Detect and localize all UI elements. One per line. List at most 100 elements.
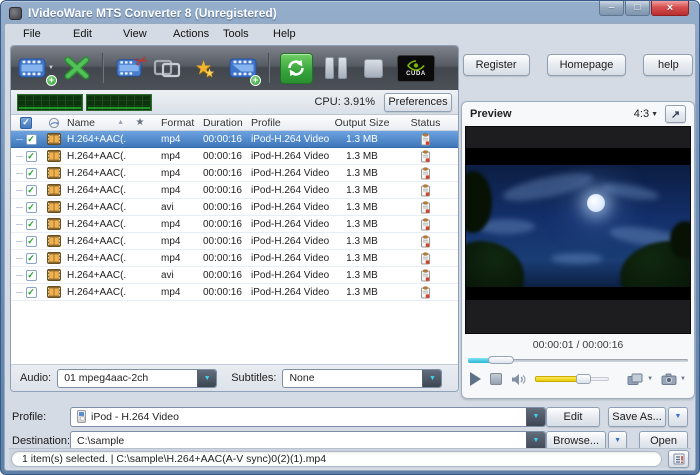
row-checkbox[interactable]: ✓ [26,168,37,179]
menu-item-help[interactable]: Help [273,28,323,40]
seek-thumb[interactable] [488,356,514,364]
play-button[interactable] [470,372,481,386]
row-profile: iPod-H.264 Video [251,151,331,162]
menu-item-tools[interactable]: Tools [223,28,273,40]
name-column-label: Name [67,117,95,129]
row-output-size: 1.3 MB [331,134,393,145]
add-file-button[interactable]: + ▼ [18,50,54,86]
save-as-button[interactable]: Save As... [608,407,666,427]
table-row[interactable]: ✓H.264+AAC(...mp400:00:16iPod-H.264 Vide… [11,250,458,267]
stop-button[interactable] [359,50,389,86]
chevron-down-icon[interactable]: ▼ [526,432,545,450]
column-header-duration[interactable]: Duration [201,117,251,129]
speaker-icon[interactable] [511,373,526,386]
column-header-status[interactable]: Status [393,117,458,129]
table-row[interactable]: ✓H.264+AAC(...avi00:00:16iPod-H.264 Vide… [11,267,458,284]
chevron-down-icon: ▼ [651,111,658,118]
table-row[interactable]: ✓H.264+AAC(...avi00:00:16iPod-H.264 Vide… [11,199,458,216]
profile-value-cell: iPod - H.264 Video [71,410,526,423]
preview-tools: ▼ ▼ [627,373,686,386]
row-checkbox[interactable]: ✓ [26,151,37,162]
toolbar-separator [268,53,270,83]
row-name: H.264+AAC(... [67,134,127,145]
volume-slider[interactable] [535,374,609,384]
profile-dropdown[interactable]: iPod - H.264 Video ▼ [70,407,546,427]
row-status-cell [393,252,458,265]
homepage-button[interactable]: Homepage [547,54,627,76]
header-type-cell[interactable] [41,117,67,129]
column-header-profile[interactable]: Profile [251,117,331,129]
menu-item-view[interactable]: View [123,28,173,40]
row-name: H.264+AAC(... [67,168,127,179]
cuda-button[interactable]: CUDA [397,55,435,82]
menu-item-file[interactable]: File [23,28,73,40]
row-duration: 00:00:16 [201,219,251,230]
row-profile: iPod-H.264 Video [251,253,331,264]
chevron-down-icon[interactable]: ▼ [647,376,653,382]
status-bar: 1 item(s) selected. | C:\sample\H.264+AA… [9,448,691,468]
table-row[interactable]: ✓H.264+AAC(...mp400:00:16iPod-H.264 Vide… [11,131,458,148]
app-icon [9,7,22,20]
stop-playback-button[interactable] [490,373,502,385]
select-all-checkbox[interactable]: ✓ [20,117,32,129]
column-header-rating[interactable]: ★ [127,117,153,128]
menu-item-edit[interactable]: Edit [73,28,123,40]
volume-thumb[interactable] [576,374,591,384]
pause-bar-icon [338,57,347,79]
row-checkbox[interactable]: ✓ [26,219,37,230]
chevron-down-icon[interactable]: ▼ [680,376,686,382]
aspect-ratio-dropdown[interactable]: 4:3 ▼ [634,108,658,120]
register-button[interactable]: Register [463,54,530,76]
row-status-cell [393,133,458,146]
row-select-cell: ✓ [11,236,41,247]
help-button[interactable]: help [643,54,693,76]
toolbar: + ▼ ✂ ★ ★ [11,46,458,90]
chevron-down-icon[interactable]: ▼ [422,370,441,387]
camera-snapshot-icon[interactable] [661,373,677,385]
chevron-down-icon[interactable]: ▼ [526,408,545,426]
task-info-button[interactable] [668,450,689,468]
table-row[interactable]: ✓H.264+AAC(...mp400:00:16iPod-H.264 Vide… [11,182,458,199]
subtitles-dropdown[interactable]: None ▼ [282,369,442,388]
row-checkbox[interactable]: ✓ [26,202,37,213]
maximize-button[interactable]: □ [625,1,650,16]
row-name: H.264+AAC(... [67,253,127,264]
column-header-format[interactable]: Format [153,117,201,129]
row-output-size: 1.3 MB [331,168,393,179]
merge-button[interactable]: + [228,50,258,86]
row-checkbox[interactable]: ✓ [26,236,37,247]
convert-button[interactable] [280,53,313,84]
row-checkbox[interactable]: ✓ [26,134,37,145]
table-row[interactable]: ✓H.264+AAC(...mp400:00:16iPod-H.264 Vide… [11,233,458,250]
crop-button[interactable] [152,50,182,86]
pause-bar-icon [325,57,334,79]
effect-button[interactable]: ★ ★ [190,50,220,86]
table-row[interactable]: ✓H.264+AAC(...mp400:00:16iPod-H.264 Vide… [11,165,458,182]
remove-button[interactable] [62,50,92,86]
column-header-name[interactable]: Name▲ [67,117,127,129]
detach-preview-button[interactable]: ↗ [665,105,686,123]
column-header-output-size[interactable]: Output Size [331,117,393,129]
nvidia-eye-icon [406,60,426,71]
preferences-button[interactable]: Preferences [384,93,452,112]
pause-button[interactable] [321,50,351,86]
seek-slider[interactable] [468,355,688,365]
chevron-down-icon[interactable]: ▼ [197,370,216,387]
app-window: IVideoWare MTS Converter 8 (Unregistered… [0,0,700,475]
row-checkbox[interactable]: ✓ [26,253,37,264]
table-row[interactable]: ✓H.264+AAC(...mp400:00:16iPod-H.264 Vide… [11,216,458,233]
minimize-button[interactable]: – [599,1,624,16]
save-as-menu-button[interactable]: ▼ [668,407,688,427]
audio-dropdown[interactable]: 01 mpeg4aac-2ch ▼ [57,369,217,388]
table-row[interactable]: ✓H.264+AAC(...mp400:00:16iPod-H.264 Vide… [11,284,458,301]
table-row[interactable]: ✓H.264+AAC(...mp400:00:16iPod-H.264 Vide… [11,148,458,165]
frames-icon[interactable] [627,373,644,386]
trim-button[interactable]: ✂ [114,50,144,86]
edit-profile-button[interactable]: Edit [546,407,600,427]
row-checkbox[interactable]: ✓ [26,270,37,281]
menu-item-actions[interactable]: Actions [173,28,223,40]
row-checkbox[interactable]: ✓ [26,287,37,298]
row-checkbox[interactable]: ✓ [26,185,37,196]
row-duration: 00:00:16 [201,287,251,298]
close-button[interactable]: × [651,1,689,16]
